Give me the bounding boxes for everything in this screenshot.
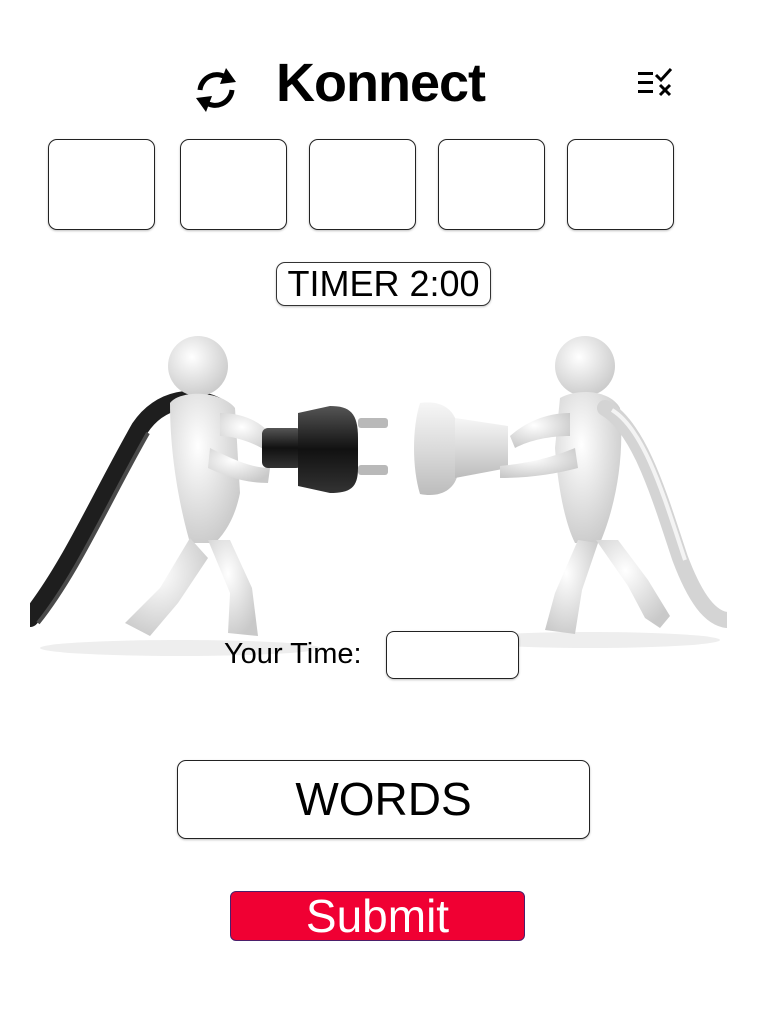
letter-slot-4[interactable] bbox=[438, 139, 545, 230]
your-time-label: Your Time: bbox=[224, 638, 362, 670]
letter-slot-5[interactable] bbox=[567, 139, 674, 230]
letter-slot-3[interactable] bbox=[309, 139, 416, 230]
your-time-field bbox=[386, 631, 519, 679]
words-field[interactable]: WORDS bbox=[177, 760, 590, 839]
plug-illustration bbox=[30, 336, 727, 656]
timer-display: TIMER 2:00 bbox=[276, 262, 491, 306]
refresh-icon[interactable] bbox=[190, 60, 242, 120]
letter-slot-1[interactable] bbox=[48, 139, 155, 230]
letter-slot-2[interactable] bbox=[180, 139, 287, 230]
submit-button[interactable]: Submit bbox=[230, 891, 525, 941]
app-title: Konnect bbox=[276, 53, 486, 113]
checklist-clear-icon[interactable] bbox=[636, 66, 676, 100]
game-screen: Konnect TIMER 2:00 Your Time: WORDS Subm… bbox=[0, 0, 768, 1024]
